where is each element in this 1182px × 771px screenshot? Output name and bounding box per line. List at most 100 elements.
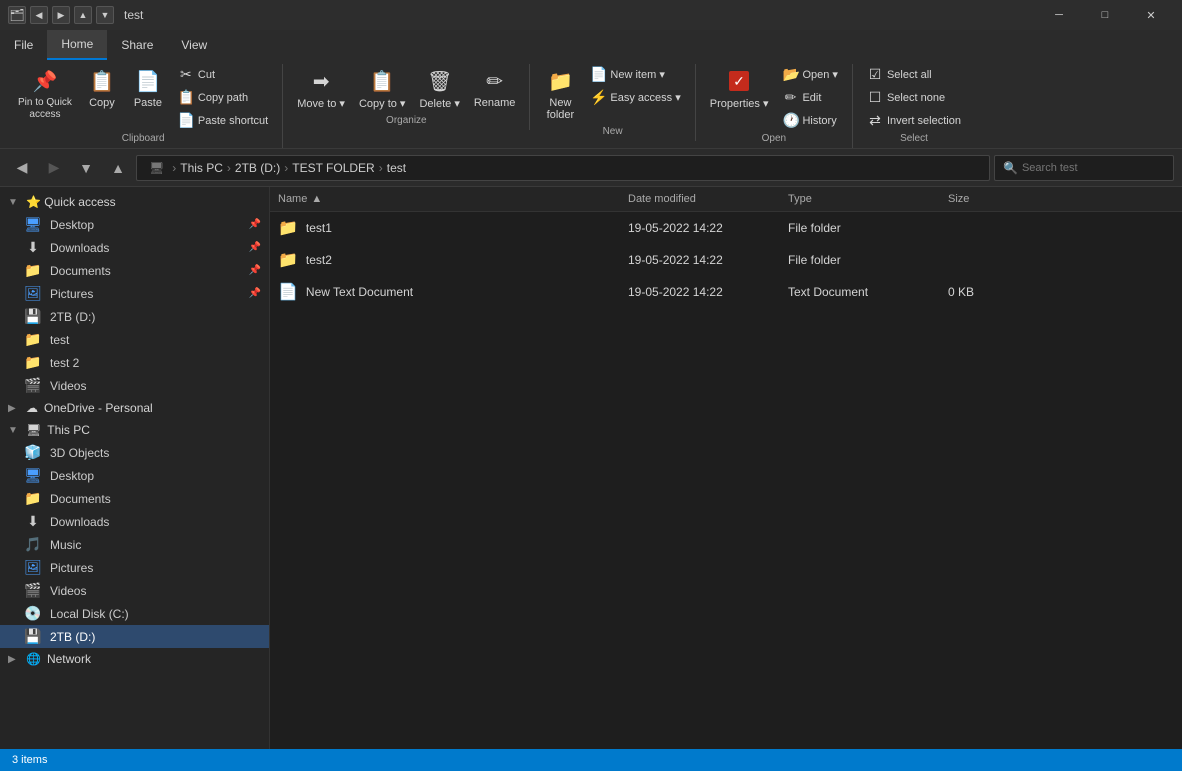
breadcrumb-testfolder[interactable]: TEST FOLDER — [292, 161, 374, 175]
menu-file[interactable]: File — [0, 30, 47, 60]
table-row[interactable]: 📁 test2 19-05-2022 14:22 File folder — [270, 244, 1182, 276]
status-bar: 3 items — [0, 749, 1182, 771]
forward-btn-title[interactable]: ▶ — [52, 6, 70, 24]
sidebar-item-test-quick[interactable]: 📁 test — [0, 328, 269, 351]
cut-button[interactable]: ✂ Cut — [172, 64, 274, 85]
title-bar-icons: 🗂 ◀ ▶ ▲ ▼ — [8, 6, 114, 24]
sidebar-item-label: test — [50, 333, 69, 347]
sidebar-item-2tb-d[interactable]: 💾 2TB (D:) — [0, 625, 269, 648]
videos-quick-icon: 🎬 — [24, 377, 42, 394]
main-area: ▼ ⭐ Quick access 🖥 Desktop 📌 ⬇ Downloads… — [0, 187, 1182, 749]
easy-access-button[interactable]: ⚡ Easy access ▾ — [584, 87, 686, 108]
new-folder-label: Newfolder — [547, 97, 575, 121]
sidebar-network-header[interactable]: ▶ 🌐 Network — [0, 648, 269, 670]
breadcrumb-2tb[interactable]: 2TB (D:) — [235, 161, 280, 175]
pin-to-quick-access-button[interactable]: 📌 Pin to Quickaccess — [12, 64, 78, 124]
sidebar-item-local-disk-c[interactable]: 💿 Local Disk (C:) — [0, 602, 269, 625]
properties-button[interactable]: ✓ Properties ▾ — [704, 64, 775, 113]
ribbon-group-open: ✓ Properties ▾ 📂 Open ▾ ✏ Edit 🕐 History — [696, 64, 853, 148]
table-row[interactable]: 📁 test1 19-05-2022 14:22 File folder — [270, 212, 1182, 244]
sidebar-quick-access-header[interactable]: ▼ ⭐ Quick access — [0, 191, 269, 213]
sidebar-item-label: OneDrive - Personal — [44, 401, 153, 415]
recent-btn-title[interactable]: ▼ — [96, 6, 114, 24]
search-input[interactable] — [1022, 162, 1165, 174]
minimize-btn[interactable]: ─ — [1036, 0, 1082, 30]
file-size-txt: 0 KB — [940, 281, 1040, 303]
sidebar-item-documents-pc[interactable]: 📁 Documents — [0, 487, 269, 510]
sidebar-item-label: Videos — [50, 379, 86, 393]
menu-home[interactable]: Home — [47, 30, 107, 60]
ribbon-group-organize: ➡ Move to ▾ 📋 Copy to ▾ 🗑 Delete ▾ ✏ Ren… — [283, 64, 530, 130]
edit-button[interactable]: ✏ Edit — [776, 87, 844, 108]
rename-button[interactable]: ✏ Rename — [468, 64, 522, 112]
sidebar-thispc-header[interactable]: ▼ 🖥 This PC — [0, 419, 269, 441]
new-folder-button[interactable]: 📁 Newfolder — [538, 64, 582, 124]
history-button[interactable]: 🕐 History — [776, 110, 844, 131]
column-header-type[interactable]: Type — [780, 187, 940, 211]
select-none-icon: ☐ — [867, 89, 883, 106]
up-button[interactable]: ▲ — [104, 154, 132, 182]
breadcrumb-thispc[interactable]: This PC — [180, 161, 223, 175]
recent-locations-button[interactable]: ▼ — [72, 154, 100, 182]
open-button[interactable]: 📂 Open ▾ — [776, 64, 844, 85]
file-type-txt: Text Document — [780, 281, 940, 303]
copy-button[interactable]: 📋 Copy — [80, 64, 124, 112]
thispc-icon: 🖥 — [26, 423, 41, 437]
column-header-name[interactable]: Name ▲ — [270, 187, 620, 211]
delete-button[interactable]: 🗑 Delete ▾ — [413, 64, 465, 113]
ribbon-group-clipboard: 📌 Pin to Quickaccess 📋 Copy 📄 Paste ✂ Cu… — [4, 64, 283, 148]
new-item-button[interactable]: 📄 New item ▾ — [584, 64, 686, 85]
sidebar-item-documents-quick[interactable]: 📁 Documents 📌 — [0, 259, 269, 282]
pictures-pc-icon: 🖼 — [24, 559, 42, 576]
sidebar-item-videos-pc[interactable]: 🎬 Videos — [0, 579, 269, 602]
sidebar-item-pictures-pc[interactable]: 🖼 Pictures — [0, 556, 269, 579]
menu-view[interactable]: View — [167, 30, 221, 60]
select-none-button[interactable]: ☐ Select none — [861, 87, 967, 108]
back-btn-title[interactable]: ◀ — [30, 6, 48, 24]
copy-to-button[interactable]: 📋 Copy to ▾ — [353, 64, 412, 113]
file-size-test2 — [940, 256, 1040, 264]
sidebar-item-label: Pictures — [50, 287, 93, 301]
folder-icon: 📁 — [278, 218, 298, 238]
sidebar-item-2tb-quick[interactable]: 💾 2TB (D:) — [0, 305, 269, 328]
invert-selection-button[interactable]: ⇄ Invert selection — [861, 110, 967, 131]
sidebar-item-test2-quick[interactable]: 📁 test 2 — [0, 351, 269, 374]
sidebar-item-3d-objects[interactable]: 🧊 3D Objects — [0, 441, 269, 464]
test-folder-icon: 📁 — [24, 331, 42, 348]
maximize-btn[interactable]: □ — [1082, 0, 1128, 30]
col-type-label: Type — [788, 193, 812, 205]
select-all-button[interactable]: ☑ Select all — [861, 64, 967, 85]
column-header-size[interactable]: Size — [940, 187, 1040, 211]
column-header-date[interactable]: Date modified — [620, 187, 780, 211]
search-bar[interactable]: 🔍 — [994, 155, 1174, 181]
close-btn[interactable]: ✕ — [1128, 0, 1174, 30]
file-name-cell-test2: 📁 test2 — [270, 246, 620, 274]
breadcrumb-test[interactable]: test — [387, 161, 406, 175]
paste-shortcut-button[interactable]: 📄 Paste shortcut — [172, 110, 274, 131]
back-button[interactable]: ◀ — [8, 154, 36, 182]
paste-button[interactable]: 📄 Paste — [126, 64, 170, 112]
sidebar-item-downloads-quick[interactable]: ⬇ Downloads 📌 — [0, 236, 269, 259]
sidebar-onedrive-header[interactable]: ▶ ☁ OneDrive - Personal — [0, 397, 269, 419]
clipboard-label: Clipboard — [122, 133, 165, 144]
sidebar-item-label: This PC — [47, 423, 90, 437]
edit-label: Edit — [802, 92, 821, 104]
sidebar-item-desktop-pc[interactable]: 🖥 Desktop — [0, 464, 269, 487]
select-all-label: Select all — [887, 69, 932, 81]
sidebar-item-downloads-pc[interactable]: ⬇ Downloads — [0, 510, 269, 533]
move-to-button[interactable]: ➡ Move to ▾ — [291, 64, 351, 113]
table-row[interactable]: 📄 New Text Document 19-05-2022 14:22 Tex… — [270, 276, 1182, 308]
ribbon: 📌 Pin to Quickaccess 📋 Copy 📄 Paste ✂ Cu… — [0, 60, 1182, 149]
sidebar-item-pictures-quick[interactable]: 🖼 Pictures 📌 — [0, 282, 269, 305]
onedrive-icon: ☁ — [26, 401, 38, 415]
copy-path-button[interactable]: 📋 Copy path — [172, 87, 274, 108]
pin-label: Pin to Quickaccess — [18, 97, 72, 121]
file-name-cell-test1: 📁 test1 — [270, 214, 620, 242]
sidebar-item-videos-quick[interactable]: 🎬 Videos — [0, 374, 269, 397]
sidebar-item-label: Pictures — [50, 561, 93, 575]
menu-share[interactable]: Share — [107, 30, 167, 60]
sidebar-item-desktop-quick[interactable]: 🖥 Desktop 📌 — [0, 213, 269, 236]
sidebar-item-music-pc[interactable]: 🎵 Music — [0, 533, 269, 556]
videos-pc-icon: 🎬 — [24, 582, 42, 599]
up-btn-title[interactable]: ▲ — [74, 6, 92, 24]
